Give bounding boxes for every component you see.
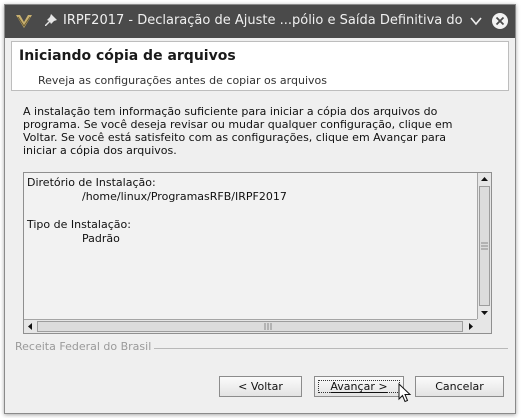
scroll-right-icon[interactable] (465, 321, 476, 332)
vertical-scrollbar[interactable] (477, 173, 491, 319)
grip-icon (264, 323, 272, 330)
install-type-value: Padrão (82, 232, 120, 245)
horizontal-scroll-thumb[interactable] (37, 321, 463, 332)
cancel-button[interactable]: Cancelar (415, 376, 504, 397)
close-icon[interactable] (491, 12, 509, 30)
vendor-label: Receita Federal do Brasil (15, 340, 155, 353)
instructions-text: A instalação tem informação suficiente p… (23, 105, 493, 157)
instructions-line: A instalação tem informação suficiente p… (23, 105, 438, 118)
app-icon (16, 15, 32, 28)
next-button[interactable]: Avançar > (314, 376, 404, 397)
header-panel: Iniciando cópia de arquivos Reveja as co… (11, 41, 509, 91)
window-title: IRPF2017 - Declaração de Ajuste ...pólio… (63, 13, 463, 28)
cancel-button-label: Cancelar (435, 380, 484, 393)
scroll-left-icon[interactable] (25, 321, 36, 332)
install-dir-label: Diretório de Instalação: (27, 176, 156, 189)
horizontal-scrollbar[interactable] (24, 319, 477, 333)
back-button[interactable]: < Voltar (219, 376, 302, 397)
scroll-down-icon[interactable] (479, 307, 490, 318)
mouse-cursor-icon (398, 383, 412, 403)
grip-icon (481, 242, 488, 250)
scroll-corner (477, 319, 491, 333)
instructions-line: Voltar. Se você está satisfeito com as c… (23, 131, 447, 144)
chevron-down-icon[interactable] (469, 14, 483, 28)
back-button-label: < Voltar (238, 380, 283, 393)
instructions-line: programa. Se você deseja revisar ou muda… (23, 118, 453, 131)
install-type-label: Tipo de Instalação: (27, 218, 131, 231)
install-dir-value: /home/linux/ProgramasRFB/IRPF2017 (82, 190, 287, 203)
installer-window: IRPF2017 - Declaração de Ajuste ...pólio… (4, 4, 516, 414)
pin-icon[interactable] (43, 13, 59, 29)
step-title: Iniciando cópia de arquivos (19, 48, 236, 64)
title-bar[interactable]: IRPF2017 - Declaração de Ajuste ...pólio… (5, 5, 515, 38)
summary-content: Diretório de Instalação: /home/linux/Pro… (27, 176, 475, 316)
summary-textarea[interactable]: Diretório de Instalação: /home/linux/Pro… (23, 172, 492, 334)
step-subtitle: Reveja as configurações antes de copiar … (38, 74, 327, 87)
instructions-line: iniciar a cópia dos arquivos. (23, 144, 177, 157)
scroll-up-icon[interactable] (479, 174, 490, 185)
next-button-label: Avançar > (330, 380, 388, 393)
vertical-scroll-thumb[interactable] (479, 186, 490, 306)
